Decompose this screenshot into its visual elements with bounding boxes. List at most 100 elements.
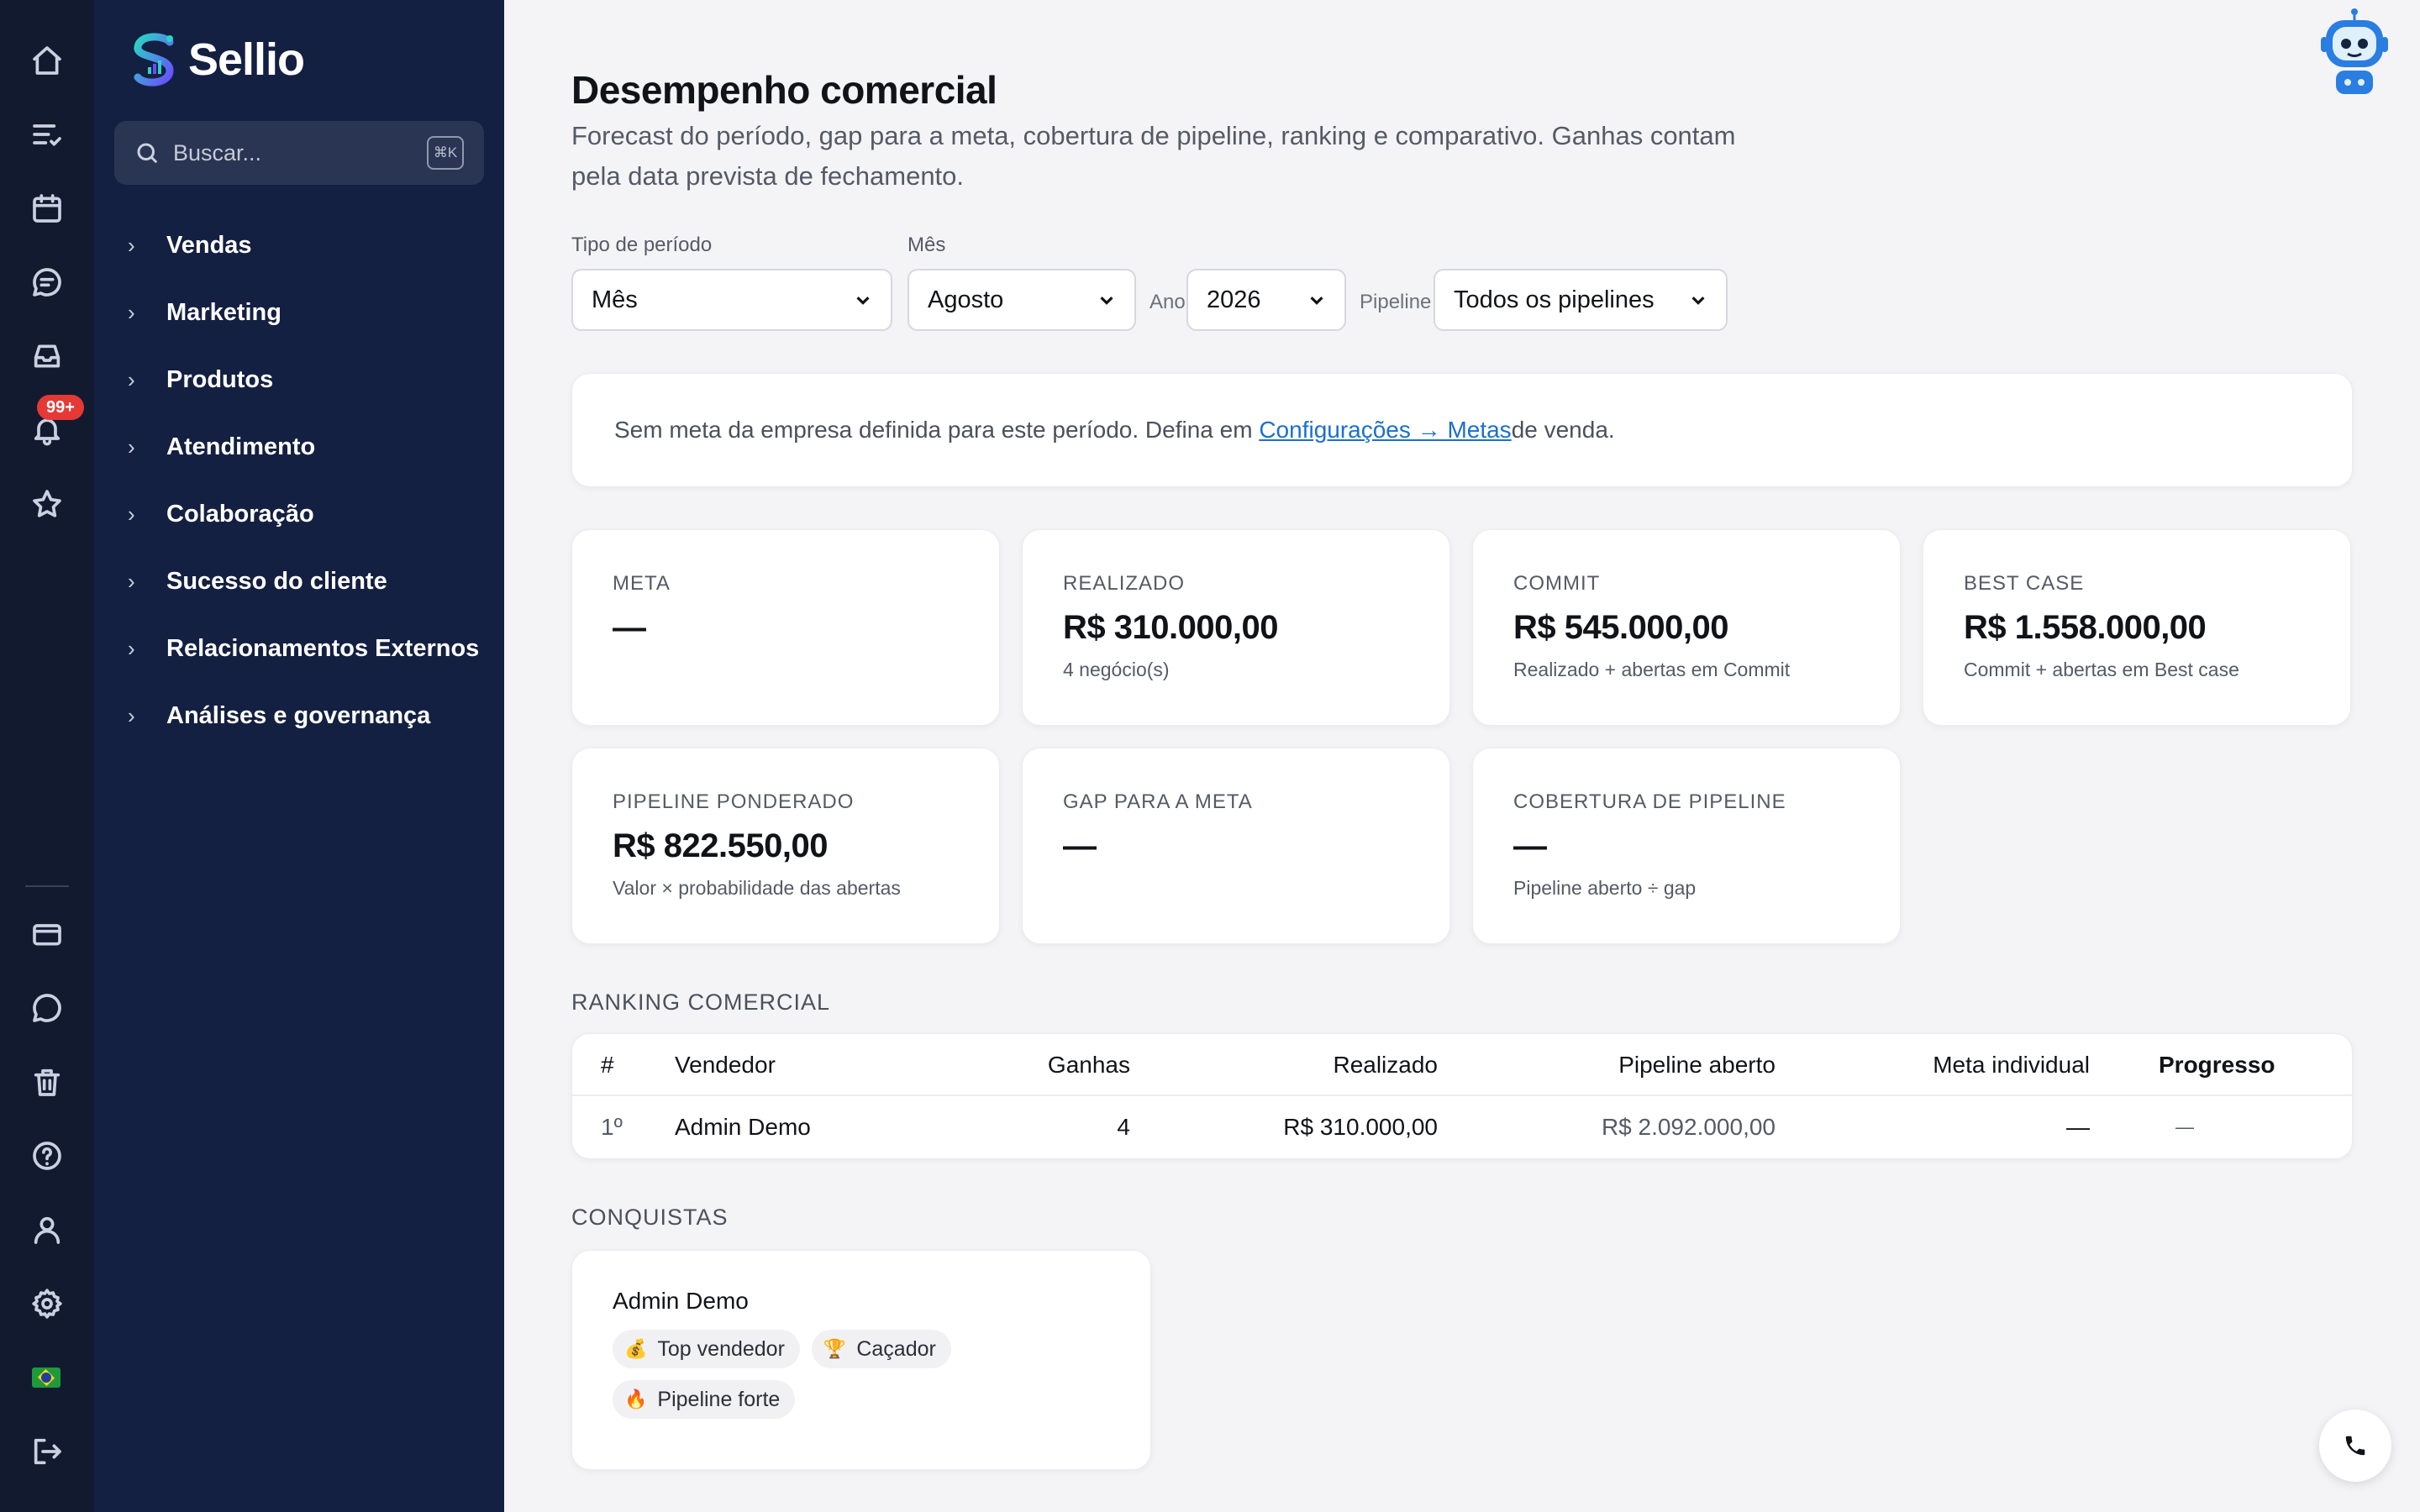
nav-item-label: Análises e governança xyxy=(166,701,431,729)
badge-top-vendedor: 💰 Top vendedor xyxy=(613,1330,800,1368)
app-name: Sellio xyxy=(188,34,305,85)
chevron-right-icon: › xyxy=(128,366,135,392)
seller-cell: Admin Demo xyxy=(675,1114,811,1140)
rank-cell: 1º xyxy=(601,1114,623,1140)
chat-icon[interactable] xyxy=(27,262,67,302)
kpi-label: GAP PARA A META xyxy=(1063,790,1253,813)
gear-icon[interactable] xyxy=(27,1284,67,1324)
column-header-pipeline-aberto: Pipeline aberto xyxy=(1618,1052,1776,1078)
kpi-value: — xyxy=(613,609,646,646)
open-pipeline-cell: R$ 2.092.000,00 xyxy=(1601,1114,1776,1140)
card-icon[interactable] xyxy=(27,914,67,954)
kpi-label: COMMIT xyxy=(1513,572,1601,595)
kpi-value: — xyxy=(1063,827,1097,864)
search-input[interactable]: Buscar... ⌘K xyxy=(114,121,484,185)
icon-rail: 99+ xyxy=(0,0,94,1512)
chevron-right-icon: › xyxy=(128,232,135,258)
column-header-progresso: Progresso xyxy=(2159,1052,2275,1078)
nav-item-colaboracao[interactable]: › Colaboração xyxy=(128,480,479,548)
achievement-badges: 💰 Top vendedor 🏆 Caçador 🔥 Pipeline forte xyxy=(613,1330,965,1419)
brazil-flag-icon[interactable] xyxy=(32,1368,60,1388)
notification-badge: 99+ xyxy=(37,395,84,420)
chevron-right-icon: › xyxy=(128,433,135,459)
user-icon[interactable] xyxy=(27,1210,67,1250)
page-subtitle: Forecast do período, gap para a meta, co… xyxy=(571,121,1736,191)
nav-item-label: Colaboração xyxy=(166,500,314,528)
page-title: Desempenho comercial xyxy=(571,68,997,112)
kpi-hint: Commit + abertas em Best case xyxy=(1964,659,2239,680)
calendar-icon[interactable] xyxy=(27,188,67,228)
pipeline-select[interactable]: Todos os pipelines xyxy=(1434,269,1728,331)
phone-icon xyxy=(2345,1436,2365,1456)
kpi-card-commit: COMMIT R$ 545.000,00 Realizado + abertas… xyxy=(1472,529,1901,726)
realized-cell: R$ 310.000,00 xyxy=(1283,1114,1438,1140)
trophy-icon: 🏆 xyxy=(823,1338,847,1359)
main-content: Desempenho comercial Forecast do período… xyxy=(504,0,2420,1512)
kpi-card-realizado: REALIZADO R$ 310.000,00 4 negócio(s) xyxy=(1022,529,1450,726)
year-label: Ano xyxy=(1150,291,1186,313)
nav-item-vendas[interactable]: › Vendas xyxy=(128,212,479,279)
nav-item-label: Atendimento xyxy=(166,433,316,460)
search-shortcut-badge: ⌘K xyxy=(427,136,464,170)
app-logo[interactable]: Sellio xyxy=(128,30,305,89)
chevron-right-icon: › xyxy=(128,568,135,594)
trash-icon[interactable] xyxy=(27,1062,67,1102)
period-type-value: Mês xyxy=(592,286,638,313)
column-header-ganhas: Ganhas xyxy=(1047,1052,1130,1078)
nav-item-atendimento[interactable]: › Atendimento xyxy=(128,413,479,480)
kpi-label: COBERTURA DE PIPELINE xyxy=(1513,790,1786,813)
chevron-right-icon: › xyxy=(128,702,135,728)
achievements-card: Admin Demo 💰 Top vendedor 🏆 Caçador 🔥 Pipel… xyxy=(571,1250,1151,1470)
badge-pipeline-forte: 🔥 Pipeline forte xyxy=(613,1380,796,1419)
period-type-label: Tipo de período xyxy=(571,234,713,256)
inbox-icon[interactable] xyxy=(27,336,67,376)
progress-cell: — xyxy=(2175,1116,2194,1137)
month-value: Agosto xyxy=(928,286,1004,313)
search-icon xyxy=(137,143,158,164)
logout-icon[interactable] xyxy=(27,1431,67,1472)
star-icon[interactable] xyxy=(27,484,67,524)
assistant-bot-icon[interactable] xyxy=(2319,7,2390,99)
rail-divider xyxy=(25,885,69,887)
nav-item-label: Sucesso do cliente xyxy=(166,567,387,595)
year-select[interactable]: 2026 xyxy=(1186,269,1346,331)
no-goal-notice: Sem meta da empresa definida para este p… xyxy=(571,373,2353,487)
kpi-value: R$ 545.000,00 xyxy=(1513,609,1728,646)
month-label: Mês xyxy=(908,234,946,256)
chevron-down-icon xyxy=(1100,297,1113,305)
notice-text-after: de venda. xyxy=(1511,417,1615,443)
phone-call-button[interactable] xyxy=(2319,1410,2391,1482)
month-select[interactable]: Agosto xyxy=(908,269,1136,331)
column-header-meta-individual: Meta individual xyxy=(1933,1052,2090,1078)
nav-item-analises-e-governanca[interactable]: › Análises e governança xyxy=(128,682,479,749)
year-value: 2026 xyxy=(1207,286,1261,313)
nav-item-produtos[interactable]: › Produtos xyxy=(128,346,479,413)
help-icon[interactable] xyxy=(27,1136,67,1176)
logo-mark-icon xyxy=(128,30,182,89)
nav-item-label: Produtos xyxy=(166,365,274,393)
chevron-right-icon: › xyxy=(128,635,135,661)
column-header-realizado: Realizado xyxy=(1333,1052,1438,1078)
goals-settings-link[interactable]: Configurações → Metas xyxy=(1259,417,1511,444)
nav-item-relacionamentos-externos[interactable]: › Relacionamentos Externos xyxy=(128,615,479,682)
nav-item-label: Relacionamentos Externos xyxy=(166,634,480,662)
achievement-user-name: Admin Demo xyxy=(613,1288,749,1314)
kpi-hint: Realizado + abertas em Commit xyxy=(1513,659,1791,680)
message-icon[interactable] xyxy=(27,988,67,1028)
nav-item-marketing[interactable]: › Marketing xyxy=(128,279,479,346)
individual-goal-cell: — xyxy=(2066,1114,2090,1140)
ranking-title: RANKING COMERCIAL xyxy=(571,990,831,1015)
table-row[interactable]: 1º Admin Demo 4 R$ 310.000,00 R$ 2.092.0… xyxy=(572,1096,2352,1158)
notice-text-before: Sem meta da empresa definida para este p… xyxy=(614,417,1253,443)
kpi-label: REALIZADO xyxy=(1063,572,1186,595)
nav-item-sucesso-do-cliente[interactable]: › Sucesso do cliente xyxy=(128,548,479,615)
kpi-label: PIPELINE PONDERADO xyxy=(613,790,855,813)
tasks-icon[interactable] xyxy=(27,114,67,155)
period-type-select[interactable]: Mês xyxy=(571,269,892,331)
pipeline-label: Pipeline xyxy=(1360,291,1432,313)
kpi-value: R$ 1.558.000,00 xyxy=(1964,609,2207,646)
nav-item-label: Marketing xyxy=(166,298,281,326)
home-icon[interactable] xyxy=(27,40,67,81)
kpi-value: R$ 822.550,00 xyxy=(613,827,828,864)
kpi-card-pipeline-ponderado: PIPELINE PONDERADO R$ 822.550,00 Valor ×… xyxy=(571,748,1000,944)
